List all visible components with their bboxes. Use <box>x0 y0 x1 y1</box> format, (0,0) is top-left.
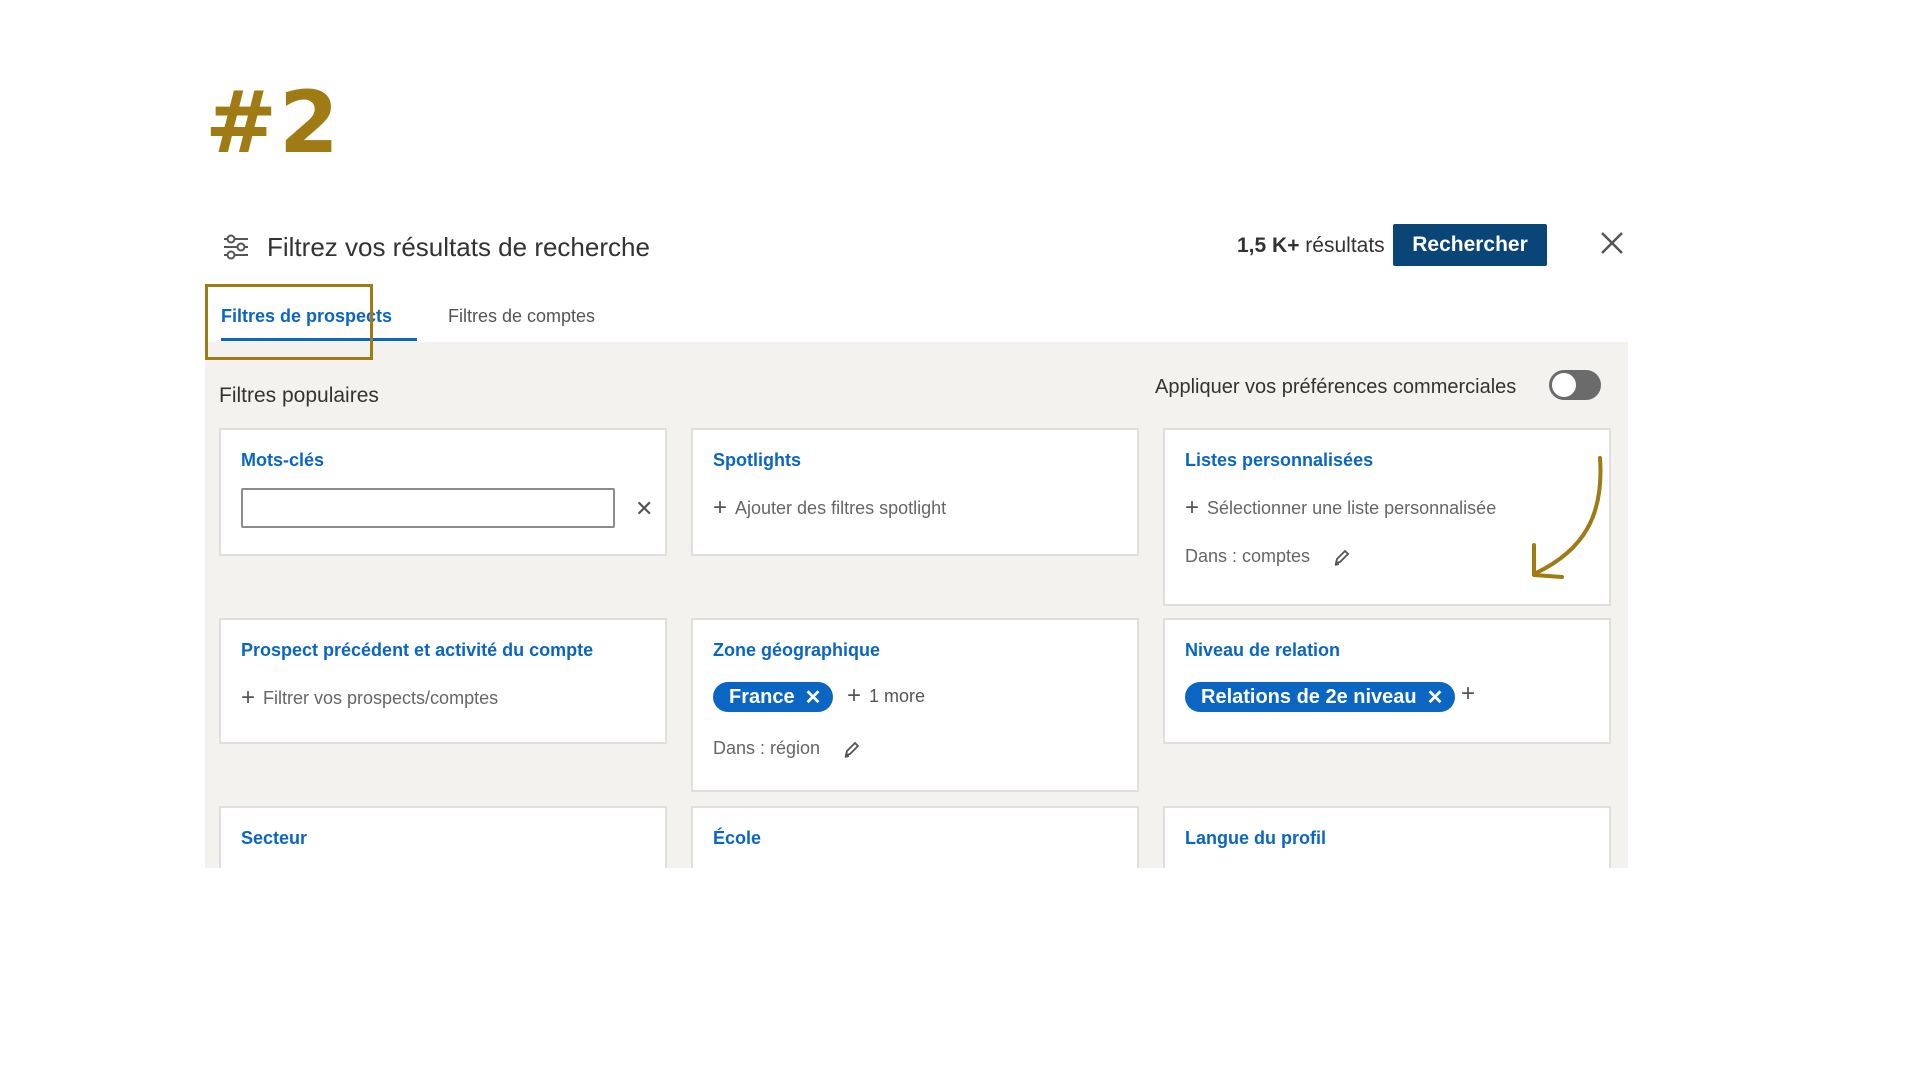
card-title: Secteur <box>241 828 308 848</box>
pencil-icon[interactable] <box>842 739 862 759</box>
relation-pill[interactable]: Relations de 2e niveau ✕ <box>1185 682 1456 712</box>
remove-icon[interactable]: ✕ <box>1427 685 1444 710</box>
preferences-label: Appliquer vos préférences commerciales <box>1155 376 1517 398</box>
card-title: Listes personnalisées <box>1185 450 1374 470</box>
card-title: Mots-clés <box>241 450 325 470</box>
plus-icon: + <box>1185 494 1200 521</box>
geo-pill-label: France <box>729 685 795 708</box>
pencil-icon[interactable] <box>1332 547 1352 567</box>
plus-icon: + <box>713 494 728 521</box>
plus-icon: + <box>1461 680 1476 707</box>
results-label: résultats <box>1299 234 1385 257</box>
popular-filters-label: Filtres populaires <box>219 384 379 407</box>
toggle-knob <box>1552 373 1576 397</box>
card-title: Niveau de relation <box>1185 640 1341 660</box>
card-title: Zone géographique <box>713 640 881 660</box>
geo-scope-label: Dans : région <box>713 738 821 758</box>
preferences-toggle[interactable] <box>1549 370 1601 400</box>
results-number: 1,5 K+ <box>1237 234 1300 257</box>
card-relation-level: Niveau de relation Relations de 2e nivea… <box>1163 618 1611 744</box>
card-previous-prospect: Prospect précédent et activité du compte… <box>219 618 667 744</box>
filters-content: Filtres populaires Appliquer vos préfére… <box>205 342 1628 868</box>
card-geography: Zone géographique France ✕ + 1 more Dans… <box>691 618 1139 792</box>
results-count: 1,5 K+ résultats <box>1237 234 1385 258</box>
add-spotlight-label: Ajouter des filtres spotlight <box>735 497 947 518</box>
add-relation-button[interactable]: + <box>1461 682 1483 706</box>
lists-scope-label: Dans : comptes <box>1185 546 1311 566</box>
card-sector: Secteur <box>219 806 667 868</box>
card-title: École <box>713 828 762 848</box>
filter-prospects-label: Filtrer vos prospects/comptes <box>263 687 499 708</box>
plus-icon: + <box>241 684 256 711</box>
card-title: Langue du profil <box>1185 828 1326 848</box>
add-spotlight-button[interactable]: + Ajouter des filtres spotlight <box>713 496 946 520</box>
card-school: École <box>691 806 1139 868</box>
tab-bar: Filtres de prospects Filtres de comptes <box>205 286 1628 342</box>
search-button[interactable]: Rechercher <box>1393 224 1547 266</box>
highlight-frame <box>205 284 373 360</box>
card-spotlights: Spotlights + Ajouter des filtres spotlig… <box>691 428 1139 556</box>
close-icon[interactable] <box>1599 230 1625 261</box>
select-list-button[interactable]: + Sélectionner une liste personnalisée <box>1185 496 1496 520</box>
panel-header: Filtrez vos résultats de recherche 1,5 K… <box>205 222 1628 288</box>
curved-arrow-icon <box>1520 455 1610 590</box>
select-list-label: Sélectionner une liste personnalisée <box>1207 497 1497 518</box>
geo-scope: Dans : région <box>713 738 862 759</box>
card-profile-language: Langue du profil <box>1163 806 1611 868</box>
relation-pill-label: Relations de 2e niveau <box>1201 685 1417 708</box>
card-title: Spotlights <box>713 450 801 470</box>
clear-icon[interactable]: ✕ <box>635 496 653 522</box>
panel-title: Filtrez vos résultats de recherche <box>267 232 650 262</box>
card-title: Prospect précédent et activité du compte <box>241 640 594 660</box>
more-label: 1 more <box>869 685 926 706</box>
step-number: #2 <box>205 73 341 173</box>
remove-icon[interactable]: ✕ <box>805 685 822 710</box>
plus-icon: + <box>847 682 862 709</box>
lists-scope: Dans : comptes <box>1185 546 1352 567</box>
filter-panel: Filtrez vos résultats de recherche 1,5 K… <box>205 222 1628 868</box>
geo-pill[interactable]: France ✕ <box>713 682 834 712</box>
more-button[interactable]: + 1 more <box>847 684 925 708</box>
sliders-icon <box>221 232 251 267</box>
keywords-input[interactable] <box>241 488 615 528</box>
filter-prospects-button[interactable]: + Filtrer vos prospects/comptes <box>241 686 498 710</box>
card-keywords: Mots-clés ✕ <box>219 428 667 556</box>
tab-account-filters[interactable]: Filtres de comptes <box>448 306 595 327</box>
